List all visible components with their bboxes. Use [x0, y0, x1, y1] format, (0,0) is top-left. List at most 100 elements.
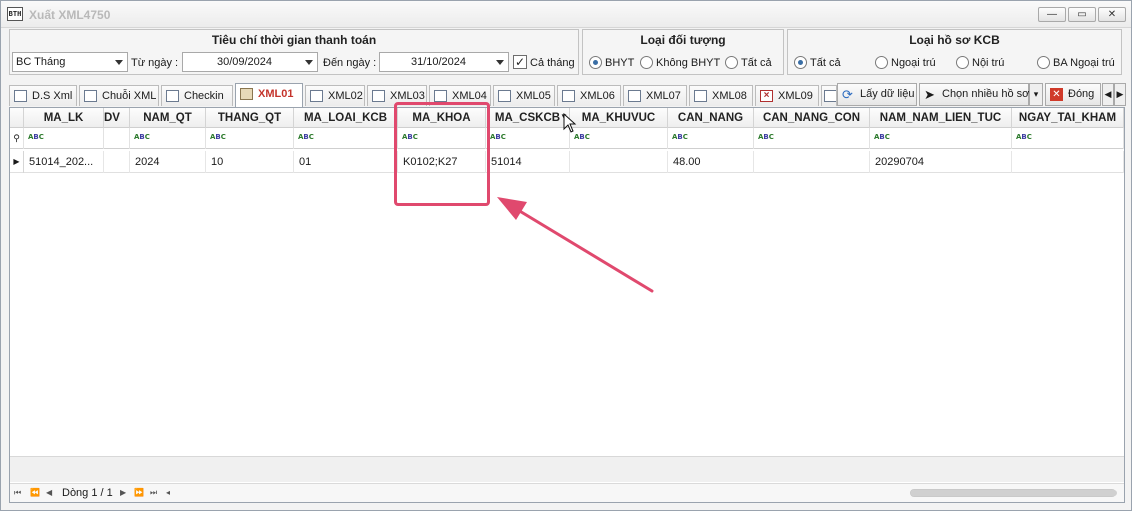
whole-month-checkbox[interactable]: ✓ [513, 55, 527, 69]
close-button[interactable]: ✕ Đóng [1045, 83, 1101, 106]
header-can-nang[interactable]: CAN_NANG [668, 108, 754, 128]
first-record-icon[interactable]: ⏮ [14, 487, 21, 499]
prev-record-icon[interactable]: ◀ [46, 487, 52, 499]
window-title: Xuất XML4750 [29, 8, 111, 22]
row-indicator-icon: ▶ [10, 151, 24, 173]
load-data-button[interactable]: ⟳ Lấy dữ liệu [837, 83, 917, 106]
text-filter-icon: ABC [574, 133, 590, 141]
table-icon [372, 90, 385, 102]
tab-label: XML04 [452, 90, 487, 102]
tab-label: XML09 [778, 90, 813, 102]
radio-ba-outpatient[interactable] [1037, 56, 1050, 69]
text-filter-icon: ABC [210, 133, 226, 141]
tab-xml02[interactable]: XML02 [305, 85, 365, 106]
tab-xml05[interactable]: XML05 [493, 85, 555, 106]
tab-overflow[interactable] [821, 85, 837, 106]
cell-thang-qt[interactable]: 10 [206, 151, 294, 173]
filter-ma-loai-kcb[interactable]: ABC [294, 128, 398, 149]
radio-outpatient[interactable] [875, 56, 888, 69]
tab-xml09[interactable]: × XML09 [755, 85, 819, 106]
cell-ma-loai-kcb[interactable]: 01 [294, 151, 398, 173]
radio-non-bhyt[interactable] [640, 56, 653, 69]
tab-chuoi-xml[interactable]: Chuỗi XML [79, 85, 159, 106]
radio-object-all[interactable] [725, 56, 738, 69]
filter-thang-qt[interactable]: ABC [206, 128, 294, 149]
tab-scroll-right-button[interactable]: ▶ [1114, 83, 1126, 106]
tab-bar: D.S Xml Chuỗi XML Checkin XML01 XML02 XM… [9, 83, 1126, 107]
radio-outpatient-label: Ngoại trú [891, 57, 936, 69]
record-type-group: Loại hồ sơ KCB Tất cả Ngoại trú Nội trú … [787, 29, 1122, 75]
tab-scroll-left-button[interactable]: ◀ [1102, 83, 1114, 106]
tab-xml08[interactable]: XML08 [689, 85, 753, 106]
cell-can-nang-con[interactable] [754, 151, 870, 173]
filter-ma-khuvuc[interactable]: ABC [570, 128, 668, 149]
table-icon [498, 90, 511, 102]
next-record-icon[interactable]: ▶ [120, 487, 126, 499]
document-icon [562, 90, 575, 102]
filter-nam-nam-lien-tuc[interactable]: ABC [870, 128, 1012, 149]
filter-can-nang-con[interactable]: ABC [754, 128, 870, 149]
radio-record-all[interactable] [794, 56, 807, 69]
filter-ma-lk[interactable]: ABC [24, 128, 104, 149]
scroll-left-icon[interactable]: ◂ [166, 487, 170, 499]
radio-inpatient-label: Nội trú [972, 57, 1005, 69]
radio-bhyt[interactable] [589, 56, 602, 69]
next-page-icon[interactable]: ⏩ [134, 487, 144, 499]
tab-label: D.S Xml [32, 90, 73, 102]
tab-xml07[interactable]: XML07 [623, 85, 687, 106]
minimize-button[interactable]: — [1038, 7, 1066, 22]
radio-non-bhyt-label: Không BHYT [656, 57, 721, 69]
cell-ma-lk[interactable]: 51014_202... [24, 151, 104, 173]
clipboard-icon [240, 88, 253, 100]
filter-ngay-tai-kham[interactable]: ABC [1012, 128, 1124, 149]
cell-ngay-tai-kham[interactable] [1012, 151, 1124, 173]
header-ma-lk[interactable]: MA_LK [24, 108, 104, 128]
header-can-nang-con[interactable]: CAN_NANG_CON [754, 108, 870, 128]
header-dv[interactable]: DV [104, 108, 130, 128]
cell-can-nang[interactable]: 48.00 [668, 151, 754, 173]
filter-can-nang[interactable]: ABC [668, 128, 754, 149]
header-ma-loai-kcb[interactable]: MA_LOAI_KCB [294, 108, 398, 128]
header-ma-cskcb[interactable]: MA_CSKCB [486, 108, 570, 128]
xml01-grid[interactable]: MA_LK DV NAM_QT THANG_QT MA_LOAI_KCB MA_… [9, 107, 1125, 503]
header-nam-nam-lien-tuc[interactable]: NAM_NAM_LIEN_TUC [870, 108, 1012, 128]
filter-dv[interactable] [104, 128, 130, 149]
filter-nam-qt[interactable]: ABC [130, 128, 206, 149]
header-nam-qt[interactable]: NAM_QT [130, 108, 206, 128]
radio-bhyt-label: BHYT [605, 57, 635, 69]
from-date-value: 30/09/2024 [216, 56, 273, 68]
cell-dv[interactable] [104, 151, 130, 173]
report-type-select[interactable]: BC Tháng [12, 52, 128, 72]
select-multiple-button[interactable]: ➤ Chọn nhiều hồ sơ [919, 83, 1029, 106]
row-info: Dòng 1 / 1 [62, 487, 113, 499]
close-window-button[interactable]: ✕ [1098, 7, 1126, 22]
header-thang-qt[interactable]: THANG_QT [206, 108, 294, 128]
title-bar[interactable]: BTH Xuất XML4750 — ▭ ✕ [1, 1, 1131, 28]
table-row[interactable]: ▶ 51014_202... 2024 10 01 K0102;K27 5101… [10, 151, 1124, 173]
maximize-button[interactable]: ▭ [1068, 7, 1096, 22]
tab-checkin[interactable]: Checkin [161, 85, 233, 106]
header-ma-khuvuc[interactable]: MA_KHUVUC [570, 108, 668, 128]
cursor-icon: ➤ [924, 87, 935, 102]
tab-ds-xml[interactable]: D.S Xml [9, 85, 77, 106]
close-label: Đóng [1068, 88, 1095, 100]
radio-inpatient[interactable] [956, 56, 969, 69]
to-date-picker[interactable]: 31/10/2024 [379, 52, 509, 72]
filter-ma-cskcb[interactable]: ABC [486, 128, 570, 149]
horizontal-scrollbar[interactable] [910, 489, 1117, 497]
scrollbar-thumb[interactable] [911, 490, 1117, 496]
header-ngay-tai-kham[interactable]: NGAY_TAI_KHAM [1012, 108, 1124, 128]
select-dropdown-button[interactable]: ▾ [1029, 83, 1043, 106]
last-record-icon[interactable]: ⏭ [150, 487, 157, 499]
to-date-label: Đến ngày : [323, 57, 377, 69]
from-date-picker[interactable]: 30/09/2024 [182, 52, 318, 72]
cell-nam-nam-lien-tuc[interactable]: 20290704 [870, 151, 1012, 173]
select-multiple-label: Chọn nhiều hồ sơ [942, 88, 1030, 100]
cell-nam-qt[interactable]: 2024 [130, 151, 206, 173]
cell-ma-cskcb[interactable]: 51014 [486, 151, 570, 173]
tab-label: XML03 [390, 90, 425, 102]
prev-page-icon[interactable]: ⏪ [30, 487, 40, 499]
tab-xml01[interactable]: XML01 [235, 83, 303, 107]
cell-ma-khuvuc[interactable] [570, 151, 668, 173]
tab-xml06[interactable]: XML06 [557, 85, 621, 106]
